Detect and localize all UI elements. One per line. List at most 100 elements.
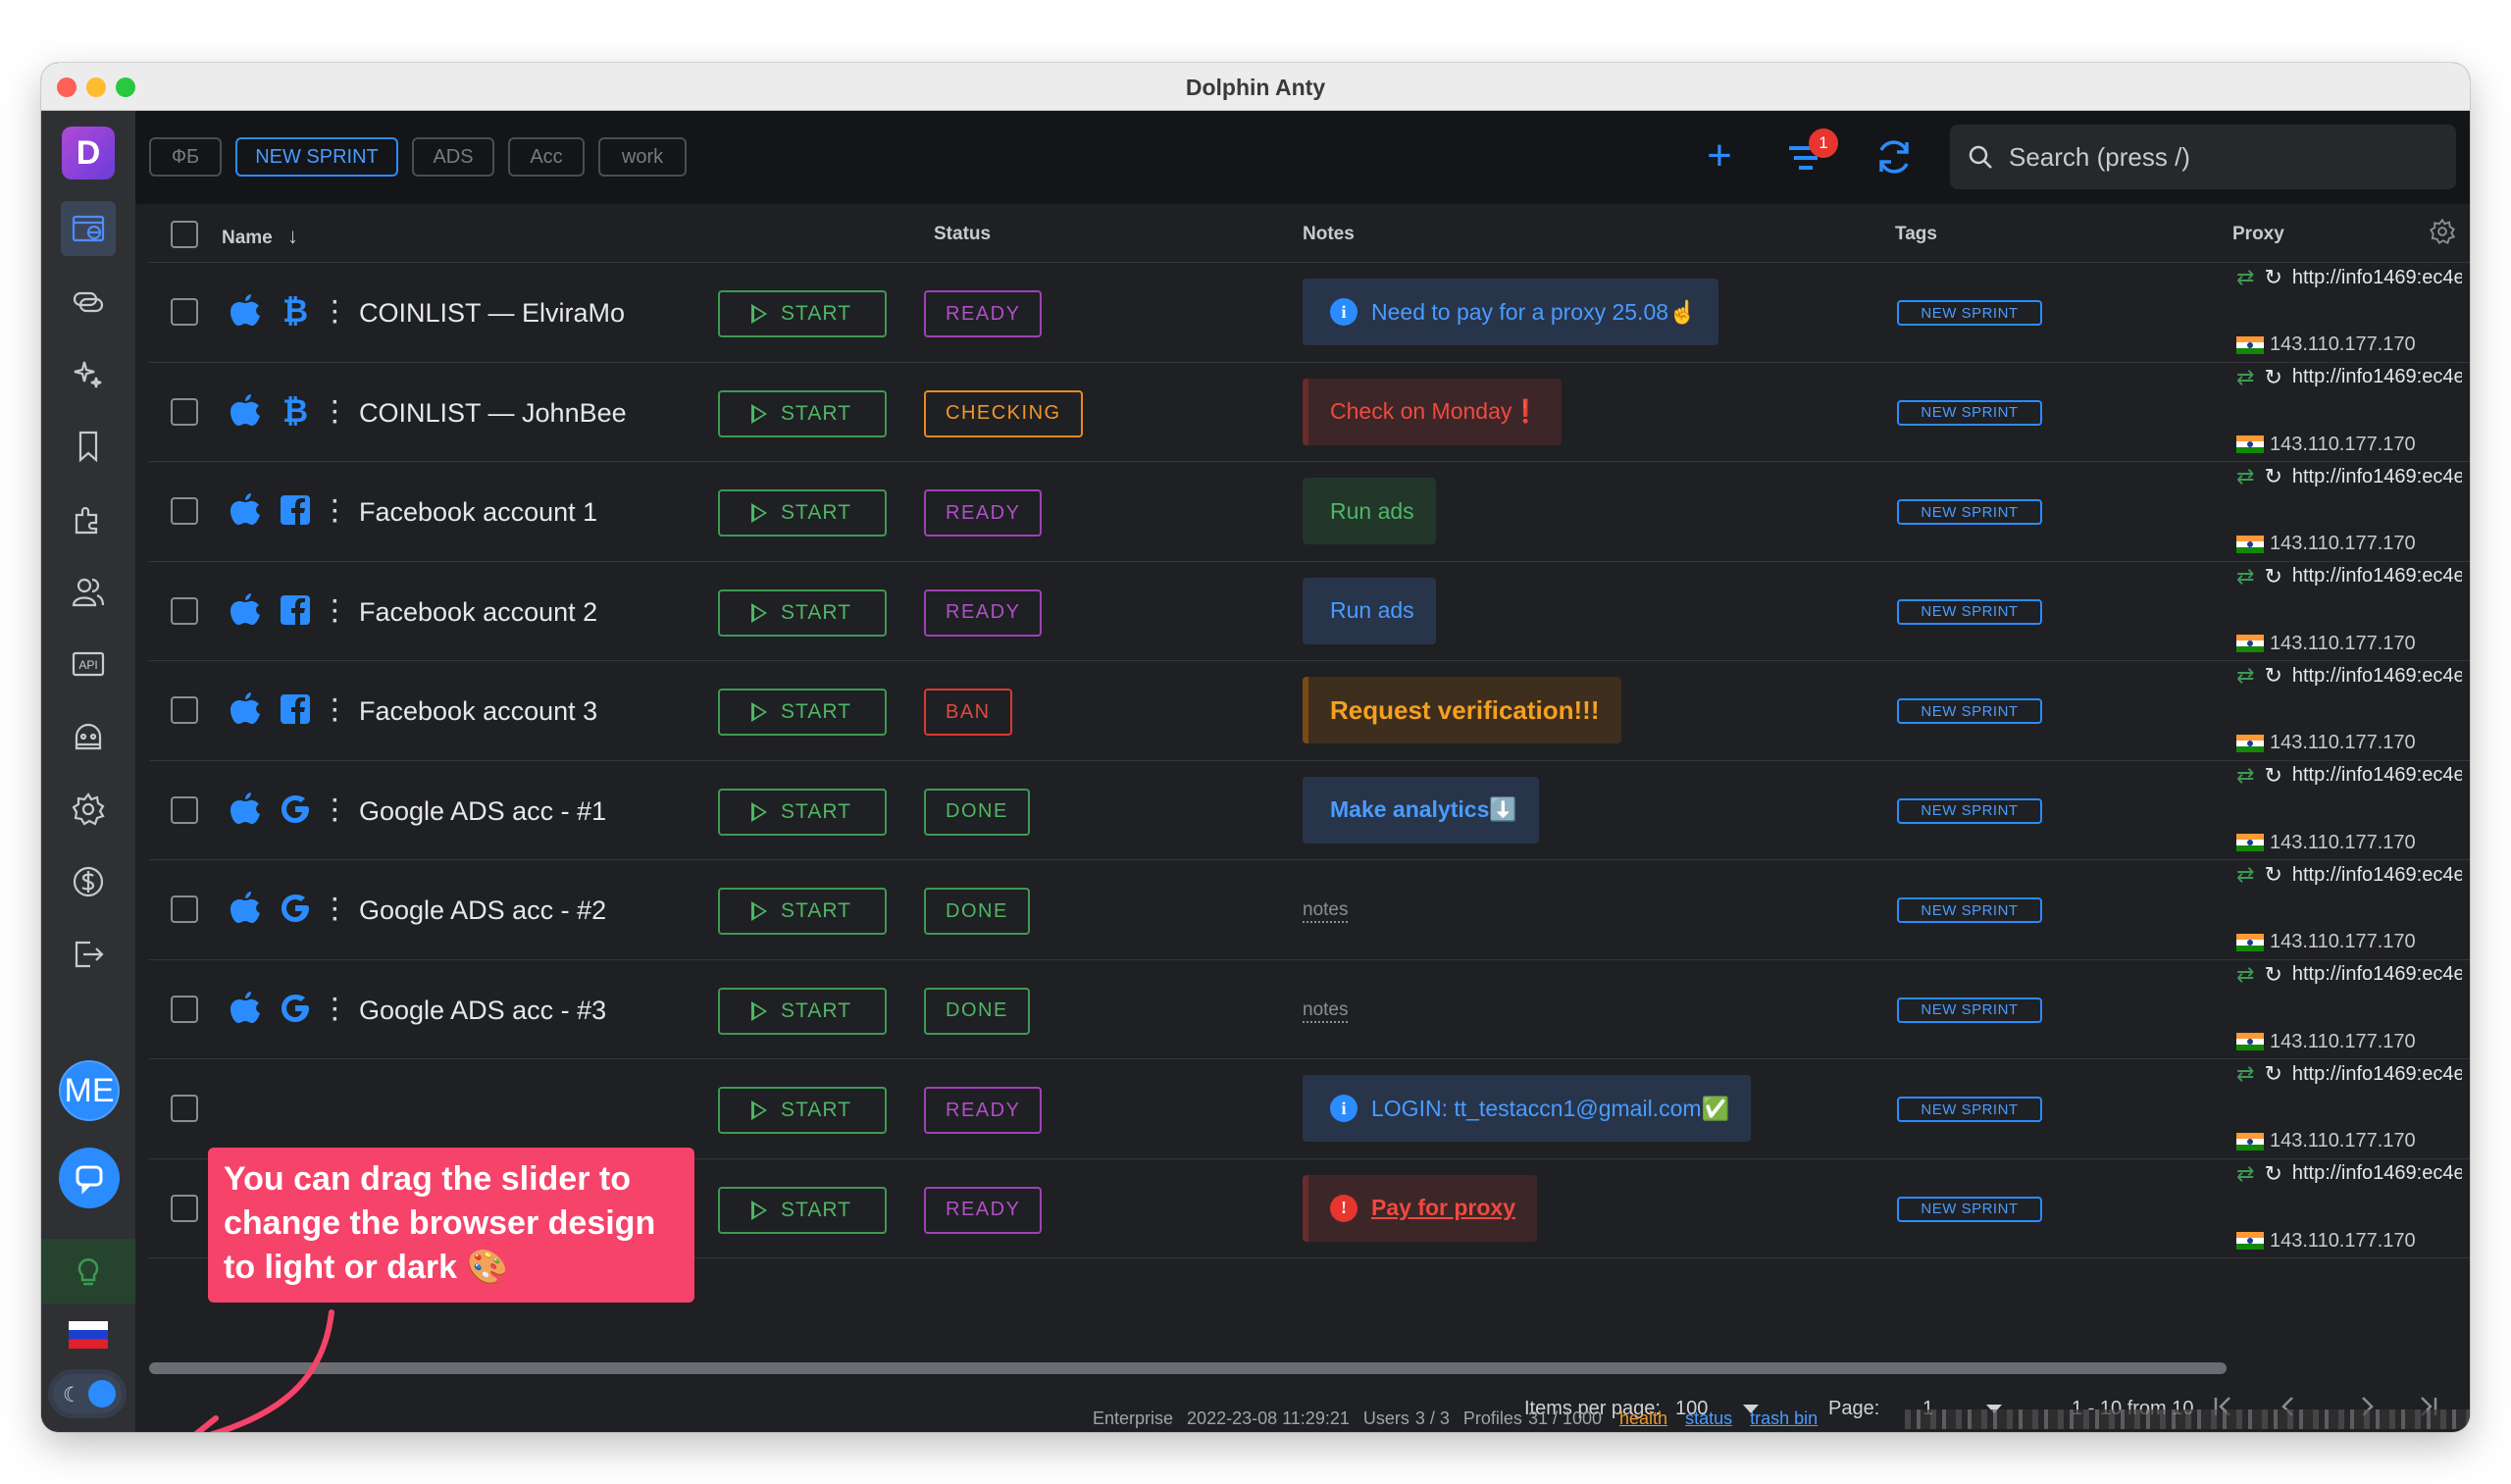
sort-arrow-down-icon[interactable]: ↓ — [287, 224, 298, 248]
tag-badge[interactable]: NEW SPRINT — [1897, 698, 2042, 724]
start-button[interactable]: START — [718, 987, 887, 1035]
proxy-url[interactable]: ⇄ ↻ http://info1469:ec4e7 — [2236, 564, 2462, 589]
proxy-swap-icon[interactable]: ⇄ — [2236, 464, 2254, 489]
note[interactable]: Run ads — [1303, 577, 1436, 644]
proxy-url[interactable]: ⇄ ↻ http://info1469:ec4e7 — [2236, 862, 2462, 888]
row-checkbox[interactable] — [171, 1194, 198, 1222]
profile-name[interactable]: Google ADS acc - #3 — [359, 996, 606, 1026]
proxy-refresh-icon[interactable]: ↻ — [2264, 1161, 2281, 1187]
column-header-status[interactable]: Status — [934, 224, 991, 245]
sidebar-item-proxies[interactable] — [61, 274, 116, 329]
tag-badge[interactable]: NEW SPRINT — [1897, 598, 2042, 625]
status-badge[interactable]: READY — [924, 1186, 1043, 1234]
profile-name[interactable]: Google ADS acc - #2 — [359, 896, 606, 926]
tag-badge[interactable]: NEW SPRINT — [1897, 897, 2042, 923]
row-menu-icon[interactable]: · · · — [332, 390, 339, 434]
status-badge[interactable]: DONE — [924, 788, 1030, 836]
sidebar-item-api[interactable]: API — [61, 637, 116, 691]
proxy-refresh-icon[interactable]: ↻ — [2264, 464, 2281, 489]
tag-badge[interactable]: NEW SPRINT — [1897, 300, 2042, 326]
row-menu-icon[interactable]: · · · — [332, 690, 339, 733]
profile-name[interactable]: Facebook account 3 — [359, 696, 597, 727]
select-all-checkbox[interactable] — [171, 221, 198, 248]
start-button[interactable]: START — [718, 888, 887, 935]
refresh-button[interactable] — [1871, 134, 1917, 179]
status-link[interactable]: status — [1685, 1408, 1732, 1429]
trash-bin-link[interactable]: trash bin — [1750, 1408, 1818, 1429]
note[interactable]: Request verification!!! — [1303, 677, 1621, 743]
proxy-swap-icon[interactable]: ⇄ — [2236, 663, 2254, 689]
tag-badge[interactable]: NEW SPRINT — [1897, 399, 2042, 426]
row-checkbox[interactable] — [171, 995, 198, 1023]
proxy-refresh-icon[interactable]: ↻ — [2264, 564, 2281, 589]
table-row[interactable]: START READY i LOGIN: tt_testaccn1@gmail.com… — [149, 1059, 2470, 1159]
language-flag-ru[interactable] — [69, 1321, 108, 1349]
status-badge[interactable]: READY — [924, 588, 1043, 637]
row-checkbox[interactable] — [171, 696, 198, 724]
start-button[interactable]: START — [718, 489, 887, 537]
profile-name[interactable]: Google ADS acc - #1 — [359, 796, 606, 827]
row-checkbox[interactable] — [171, 1095, 198, 1122]
proxy-url[interactable]: ⇄ ↻ http://info1469:ec4e7 — [2236, 663, 2462, 689]
row-menu-icon[interactable]: · · · — [332, 589, 339, 633]
profile-name[interactable]: Facebook account 2 — [359, 597, 597, 628]
status-badge[interactable]: READY — [924, 1087, 1043, 1134]
proxy-refresh-icon[interactable]: ↻ — [2264, 1061, 2281, 1087]
table-row[interactable]: · · · Google ADS acc - #1 START DONE Make anal… — [149, 761, 2470, 860]
tag-filter-chip[interactable]: NEW SPRINT — [235, 137, 398, 177]
tag-badge[interactable]: NEW SPRINT — [1897, 797, 2042, 824]
sidebar-item-settings[interactable] — [61, 782, 116, 837]
table-row[interactable]: ₿ · · · COINLIST — ElviraMo START READY i Need t… — [149, 263, 2470, 363]
column-settings-gear-icon[interactable] — [2429, 218, 2456, 245]
proxy-swap-icon[interactable]: ⇄ — [2236, 564, 2254, 589]
proxy-refresh-icon[interactable]: ↻ — [2264, 265, 2281, 290]
proxy-swap-icon[interactable]: ⇄ — [2236, 962, 2254, 988]
proxy-refresh-icon[interactable]: ↻ — [2264, 862, 2281, 888]
proxy-refresh-icon[interactable]: ↻ — [2264, 663, 2281, 689]
profile-name[interactable]: COINLIST — ElviraMo — [359, 298, 625, 329]
proxy-swap-icon[interactable]: ⇄ — [2236, 265, 2254, 290]
tag-filter-chip[interactable]: ФБ — [149, 137, 222, 177]
sidebar-item-scenarios[interactable] — [61, 709, 116, 764]
start-button[interactable]: START — [718, 588, 887, 637]
sidebar-item-logout[interactable] — [61, 927, 116, 982]
proxy-url[interactable]: ⇄ ↻ http://info1469:ec4e7 — [2236, 464, 2462, 489]
status-badge[interactable]: DONE — [924, 987, 1030, 1035]
proxy-refresh-icon[interactable]: ↻ — [2264, 365, 2281, 390]
note[interactable]: Check on Monday❗ — [1303, 378, 1563, 445]
sidebar-item-bookmarks[interactable] — [61, 419, 116, 474]
sidebar-item-browser-profiles[interactable] — [61, 201, 116, 256]
row-checkbox[interactable] — [171, 795, 198, 824]
proxy-swap-icon[interactable]: ⇄ — [2236, 1161, 2254, 1187]
proxy-url[interactable]: ⇄ ↻ http://info1469:ec4e7 — [2236, 265, 2462, 290]
tag-badge[interactable]: NEW SPRINT — [1897, 499, 2042, 525]
profile-avatar[interactable]: ME — [59, 1060, 120, 1121]
start-button[interactable]: START — [718, 1087, 887, 1134]
health-link[interactable]: health — [1619, 1408, 1667, 1429]
profile-name[interactable]: Facebook account 1 — [359, 497, 597, 528]
table-row[interactable]: · · · Facebook account 1 START READY Run ads NE… — [149, 462, 2470, 562]
theme-toggle-knob[interactable] — [88, 1380, 116, 1407]
proxy-url[interactable]: ⇄ ↻ http://info1469:ec4e7 — [2236, 1161, 2462, 1187]
status-badge[interactable]: READY — [924, 290, 1043, 337]
row-menu-icon[interactable]: · · · — [332, 490, 339, 534]
notes-placeholder[interactable]: notes — [1303, 899, 1349, 923]
row-menu-icon[interactable]: · · · — [332, 889, 339, 932]
row-checkbox[interactable] — [171, 298, 198, 326]
proxy-url[interactable]: ⇄ ↻ http://info1469:ec4e7 — [2236, 962, 2462, 988]
proxy-url[interactable]: ⇄ ↻ http://info1469:ec4e7 — [2236, 1061, 2462, 1087]
row-menu-icon[interactable]: · · · — [332, 988, 339, 1031]
status-badge[interactable]: READY — [924, 489, 1043, 537]
status-badge[interactable]: BAN — [924, 689, 1012, 736]
table-row[interactable]: · · · Facebook account 3 START BAN Request ver… — [149, 661, 2470, 761]
proxy-refresh-icon[interactable]: ↻ — [2264, 962, 2281, 988]
table-row[interactable]: ₿ · · · COINLIST — JohnBee START CHECKING Check… — [149, 363, 2470, 462]
app-logo[interactable]: D — [62, 127, 115, 179]
note[interactable]: Run ads — [1303, 478, 1436, 544]
row-checkbox[interactable] — [171, 397, 198, 426]
profile-name[interactable]: COINLIST — JohnBee — [359, 398, 627, 429]
proxy-swap-icon[interactable]: ⇄ — [2236, 365, 2254, 390]
proxy-refresh-icon[interactable]: ↻ — [2264, 763, 2281, 789]
row-menu-icon[interactable]: · · · — [332, 789, 339, 832]
sidebar-item-automation[interactable] — [61, 346, 116, 401]
